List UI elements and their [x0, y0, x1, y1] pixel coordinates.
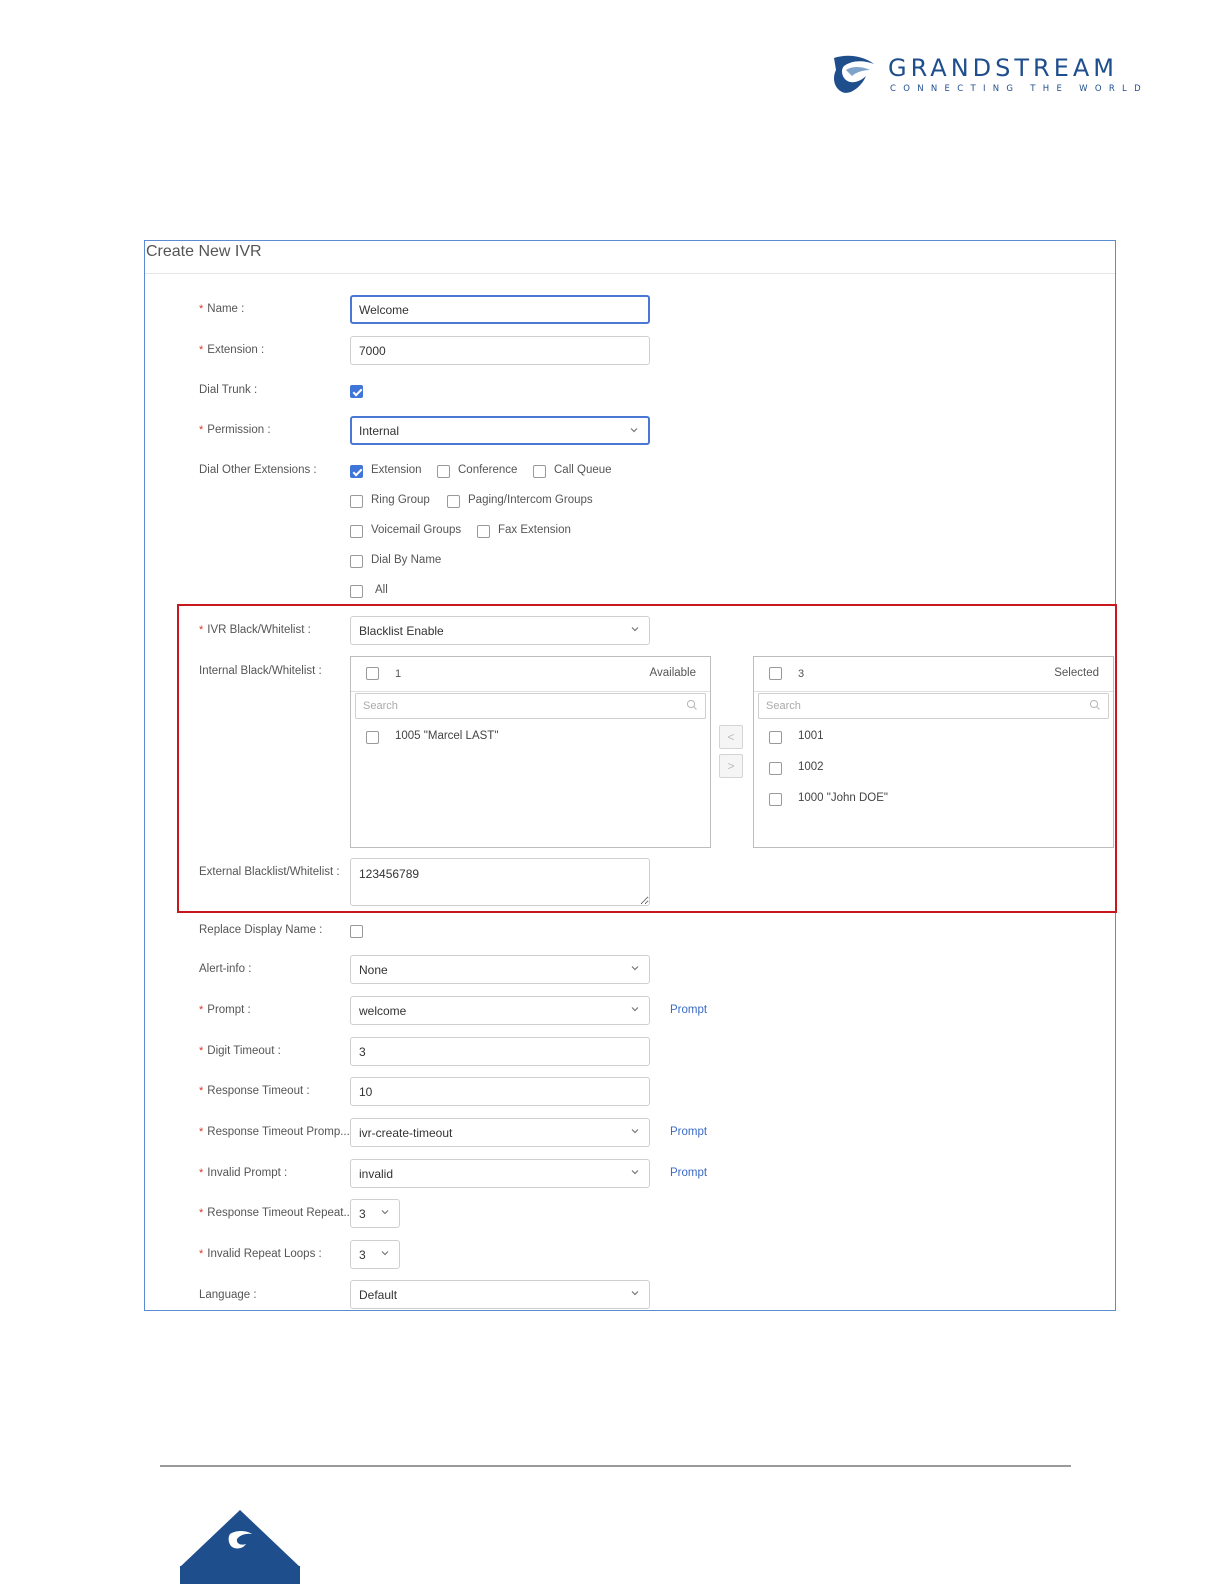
alert-info-label: Alert-info : [199, 963, 252, 975]
fax-extension-option-checkbox[interactable] [477, 525, 490, 538]
chevron-down-icon [631, 966, 639, 971]
response-timeout-input[interactable]: 10 [350, 1077, 650, 1106]
response-timeout-prompt-label: * Response Timeout Promp... [199, 1126, 350, 1138]
chevron-down-icon [631, 1007, 639, 1012]
permission-value: Internal [359, 424, 400, 438]
response-timeout-repeat-select[interactable]: 3 [350, 1199, 400, 1228]
paging-intercom-option-label: Paging/Intercom Groups [468, 494, 593, 506]
ring-group-option-checkbox[interactable] [350, 495, 363, 508]
footer-divider [160, 1465, 1071, 1467]
prompt-label: * Prompt : [199, 1004, 251, 1016]
extension-input[interactable]: 7000 [350, 336, 650, 365]
grandstream-footer-logo-icon [180, 1510, 300, 1584]
all-option-checkbox[interactable] [350, 585, 363, 598]
grandstream-swoosh-icon [834, 55, 874, 93]
dial-other-extensions-label: Dial Other Extensions : [199, 464, 317, 476]
ring-group-option-label: Ring Group [371, 494, 430, 506]
call-queue-option-checkbox[interactable] [533, 465, 546, 478]
response-timeout-label: * Response Timeout : [199, 1085, 310, 1097]
call-queue-option-label: Call Queue [554, 464, 612, 476]
dial-by-name-option-checkbox[interactable] [350, 555, 363, 568]
replace-display-name-label: Replace Display Name : [199, 924, 323, 936]
response-timeout-repeat-label: * Response Timeout Repeat... [199, 1207, 354, 1219]
all-option-label: All [375, 584, 388, 596]
conference-option-label: Conference [458, 464, 518, 476]
dial-trunk-label: Dial Trunk : [199, 384, 258, 396]
chevron-down-icon [630, 428, 638, 433]
fax-extension-option-label: Fax Extension [498, 524, 571, 536]
permission-label: * Permission : [199, 424, 271, 436]
invalid-repeat-loops-label: * Invalid Repeat Loops : [199, 1248, 322, 1260]
prompt-link[interactable]: Prompt [670, 1004, 707, 1016]
dial-by-name-option-label: Dial By Name [371, 554, 442, 566]
brand-name: GRANDSTREAM [888, 54, 1119, 82]
alert-info-select[interactable]: None [350, 955, 650, 984]
prompt-select[interactable]: welcome [350, 996, 650, 1025]
alert-info-value: None [359, 963, 388, 977]
conference-option-checkbox[interactable] [437, 465, 450, 478]
replace-display-name-checkbox[interactable] [350, 925, 363, 938]
invalid-prompt-label: * Invalid Prompt : [199, 1167, 288, 1179]
paging-intercom-option-checkbox[interactable] [447, 495, 460, 508]
invalid-prompt-select[interactable]: invalid [350, 1159, 650, 1188]
voicemail-groups-option-label: Voicemail Groups [371, 524, 462, 536]
chevron-down-icon [631, 1291, 639, 1296]
chevron-down-icon [381, 1251, 389, 1256]
response-timeout-repeat-value: 3 [359, 1207, 366, 1221]
digit-timeout-input[interactable]: 3 [350, 1037, 650, 1066]
invalid-prompt-link[interactable]: Prompt [670, 1167, 707, 1179]
prompt-value: welcome [359, 1004, 407, 1018]
invalid-repeat-loops-select[interactable]: 3 [350, 1240, 400, 1269]
name-input[interactable]: Welcome [350, 295, 650, 324]
language-value: Default [359, 1288, 398, 1302]
grandstream-logo: GRANDSTREAM CONNECTING THE WORLD [832, 52, 1162, 100]
response-timeout-prompt-value: ivr-create-timeout [359, 1126, 453, 1140]
permission-select[interactable]: Internal [350, 416, 650, 445]
extension-option-checkbox[interactable] [350, 465, 363, 478]
brand-tagline: CONNECTING THE WORLD [890, 84, 1148, 94]
invalid-repeat-loops-value: 3 [359, 1248, 366, 1262]
dial-trunk-checkbox[interactable] [350, 385, 363, 398]
panel-title: Create New IVR [146, 243, 262, 260]
extension-option-label: Extension [371, 464, 422, 476]
language-select[interactable]: Default [350, 1280, 650, 1309]
voicemail-groups-option-checkbox[interactable] [350, 525, 363, 538]
digit-timeout-label: * Digit Timeout : [199, 1045, 281, 1057]
blackwhitelist-highlight-box [177, 604, 1117, 913]
invalid-prompt-value: invalid [359, 1167, 394, 1181]
response-timeout-prompt-link[interactable]: Prompt [670, 1126, 707, 1138]
response-timeout-prompt-select[interactable]: ivr-create-timeout [350, 1118, 650, 1147]
language-label: Language : [199, 1289, 257, 1301]
chevron-down-icon [631, 1129, 639, 1134]
chevron-down-icon [631, 1170, 639, 1175]
name-label: * Name : [199, 303, 245, 315]
extension-label: * Extension : [199, 344, 265, 356]
title-divider [145, 273, 1115, 274]
chevron-down-icon [381, 1210, 389, 1215]
